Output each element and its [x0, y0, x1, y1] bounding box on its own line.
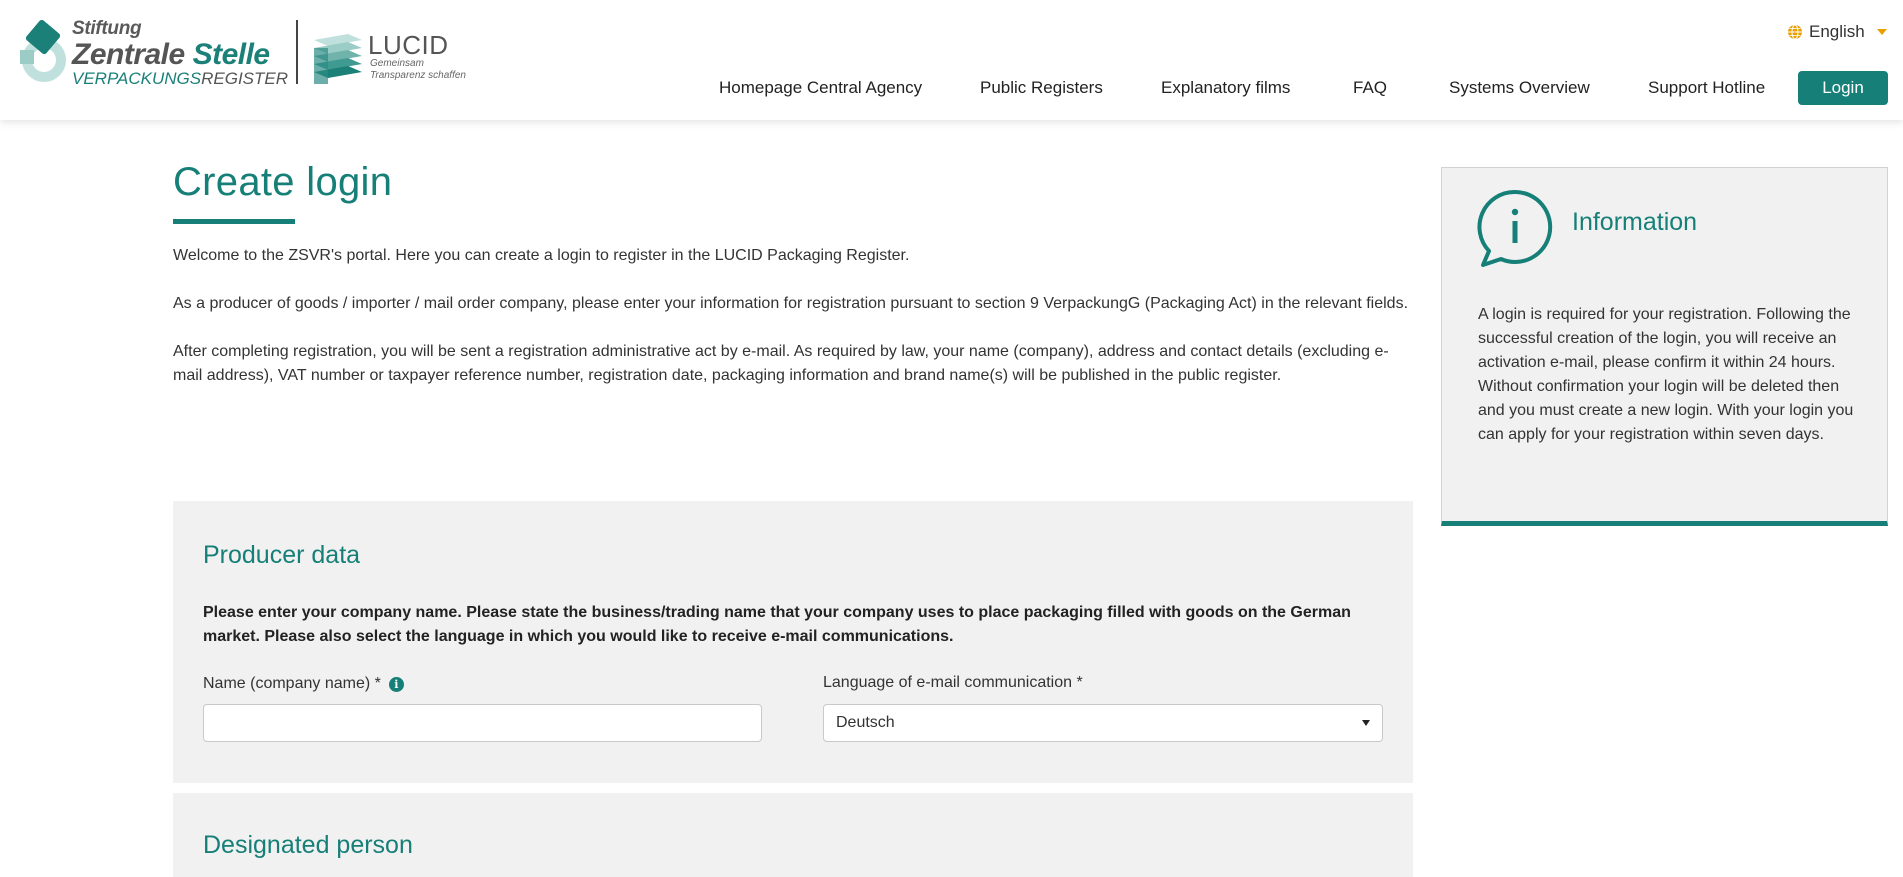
intro-text: Welcome to the ZSVR's portal. Here you c…: [173, 244, 1413, 388]
email-language-label-text: Language of e-mail communication *: [823, 674, 1083, 691]
company-name-input[interactable]: [203, 704, 762, 742]
producer-data-note: Please enter your company name. Please s…: [203, 604, 1351, 645]
nav-public-registers[interactable]: Public Registers: [980, 74, 1103, 102]
logo-line-1: Stiftung: [72, 18, 142, 39]
nav-homepage-central-agency[interactable]: Homepage Central Agency: [719, 74, 922, 102]
info-icon[interactable]: i: [388, 676, 404, 692]
login-button[interactable]: Login: [1798, 71, 1888, 105]
logo-divider: [296, 20, 298, 84]
zsvr-logo-mark-icon: [20, 20, 66, 82]
intro-paragraph: As a producer of goods / importer / mail…: [173, 295, 1409, 312]
language-label: English: [1809, 22, 1865, 41]
nav-explanatory-films[interactable]: Explanatory films: [1161, 74, 1290, 102]
email-language-value: Deutsch: [836, 714, 895, 731]
zsvr-logo-text: Stiftung Zentrale Stelle VERPACKUNGSREGI…: [72, 18, 288, 88]
dropdown-arrow-icon: [1362, 720, 1370, 726]
lucid-title: LUCID: [368, 30, 449, 60]
information-box: Information A login is required for your…: [1441, 167, 1888, 526]
logo-word-stelle: Stelle: [192, 38, 271, 71]
designated-person-title: Designated person: [203, 831, 413, 859]
producer-data-title: Producer data: [203, 541, 361, 569]
email-language-select[interactable]: Deutsch: [823, 704, 1383, 742]
globe-icon: [1788, 24, 1802, 40]
intro-paragraph: Welcome to the ZSVR's portal. Here you c…: [173, 247, 910, 264]
nav-systems-overview[interactable]: Systems Overview: [1449, 74, 1590, 102]
lucid-subtitle-line-2: Transparenz schaffen: [370, 70, 466, 81]
email-language-label: Language of e-mail communication *: [823, 674, 1083, 692]
lucid-subtitle-line-1: Gemeinsam: [370, 58, 424, 69]
title-underline: [173, 219, 295, 224]
chevron-down-icon: [1876, 29, 1887, 35]
intro-paragraph: After completing registration, you will …: [173, 343, 1389, 384]
zsvr-logo[interactable]: Stiftung Zentrale Stelle VERPACKUNGSREGI…: [20, 18, 288, 88]
information-title: Information: [1572, 208, 1698, 236]
language-selector[interactable]: English: [1787, 20, 1887, 44]
nav-support-hotline[interactable]: Support Hotline: [1648, 74, 1765, 102]
logo-word-verpackungs: VERPACKUNGS: [72, 69, 202, 88]
company-name-label: Name (company name) * i: [203, 675, 404, 693]
page-title: Create login: [173, 160, 393, 204]
producer-data-section: Producer data Please enter your company …: [173, 501, 1413, 783]
logo-word-register: REGISTER: [201, 69, 289, 88]
lucid-logo: LUCID Gemeinsam Transparenz schaffen: [314, 30, 474, 86]
main-content: Create login Welcome to the ZSVR's porta…: [173, 160, 1413, 388]
company-name-label-text: Name (company name) *: [203, 675, 381, 692]
logo-line-3: VERPACKUNGSREGISTER: [72, 70, 288, 88]
designated-person-section: Designated person: [173, 793, 1413, 877]
logo-word-zentrale: Zentrale: [72, 38, 185, 71]
info-speech-bubble-icon: [1477, 189, 1553, 267]
lucid-logo-mark-icon: [314, 34, 362, 84]
information-text: A login is required for your registratio…: [1478, 306, 1854, 443]
logo-line-2: Zentrale Stelle: [72, 40, 288, 70]
lucid-subtitle: Gemeinsam Transparenz schaffen: [370, 58, 466, 82]
site-header: Stiftung Zentrale Stelle VERPACKUNGSREGI…: [0, 0, 1903, 120]
nav-faq[interactable]: FAQ: [1353, 74, 1387, 102]
